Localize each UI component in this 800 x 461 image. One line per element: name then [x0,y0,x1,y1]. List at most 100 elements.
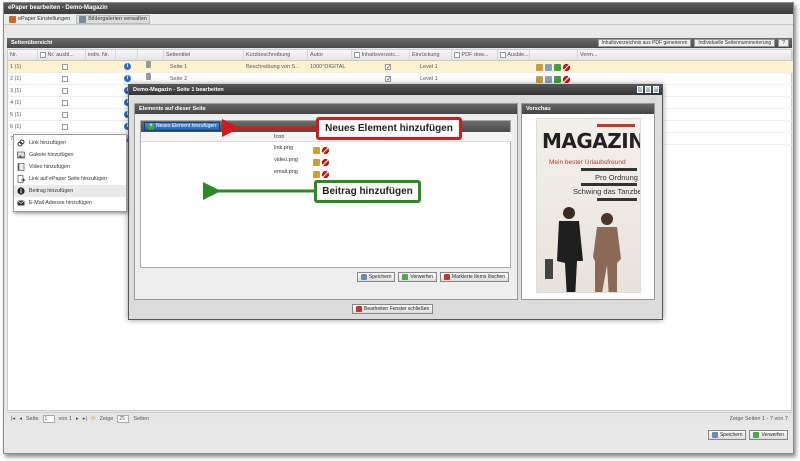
cell-hide-nr[interactable] [38,97,86,109]
cell-hide-nr[interactable] [38,61,86,73]
element-row[interactable]: link.png [141,142,512,154]
last-page-icon[interactable]: ▸| [83,416,87,422]
page-input[interactable]: 1 [42,414,55,423]
custom-numbering-button[interactable]: Individuelle Seitennummerierung [694,39,776,47]
checkbox[interactable] [454,51,460,58]
discard-button[interactable]: Verwerfen [749,430,788,440]
add-icon[interactable] [554,63,561,71]
delete-icon[interactable] [563,75,570,83]
menu-item-email[interactable]: E-Mail Adresse hinzufügen [14,197,126,209]
col-info [116,50,138,61]
cell-description[interactable]: Beschreibung von S... [244,61,308,73]
col-toc[interactable]: Inhaltsverzeic... [352,50,410,61]
cell-title[interactable]: Seite 1 [164,61,244,73]
add-icon[interactable] [554,75,561,83]
table-row[interactable]: 1 (1) i Seite 1 Beschreibung von S... 1000°D… [8,61,793,73]
col-hide[interactable]: Ausble... [498,50,530,61]
checkbox[interactable] [62,63,68,70]
save-button[interactable]: Speichern [707,430,747,440]
cell-info[interactable]: i [116,61,138,73]
delete-marked-button[interactable]: Markierte Items löschen [439,271,509,282]
discard-elements-button[interactable]: Verwerfen [398,271,437,282]
cell-hide-nr[interactable] [38,85,86,97]
menu-item-link[interactable]: Link hinzufügen [14,137,126,149]
tab-gallery[interactable]: Bildergalerien verwalten [76,14,150,24]
cell-nr: 2 (1) [10,76,22,82]
copy-icon[interactable] [545,75,552,83]
pager-summary: Zeige Seiten 1 - 7 von 7 [729,415,788,422]
discard-icon [402,273,409,280]
menu-item-gallery[interactable]: Galerie hinzufügen [14,149,126,161]
col-nr[interactable]: Nr. [8,50,38,61]
checkbox[interactable] [62,87,68,94]
maximize-icon[interactable]: □ [645,86,651,93]
col-indent[interactable]: Einrückung [410,50,452,61]
col-icon[interactable]: Icon [274,132,284,142]
cover-strip [581,183,637,186]
col-pdf-download[interactable]: PDF dow... [452,50,498,61]
folder-icon[interactable] [313,146,320,154]
generate-toc-button[interactable]: Inhaltsverzeichnis aus PDF generieren [597,39,692,47]
new-element-button[interactable]: + Neues Element hinzufügen [144,122,221,131]
info-icon[interactable]: i [124,63,131,71]
cell-indent[interactable]: Level 1 [410,61,452,73]
folder-icon[interactable] [313,170,320,178]
element-row[interactable]: email.png [141,166,512,178]
tab-epaper-settings[interactable]: ePaper Einstellungen [7,15,72,24]
checkbox[interactable] [354,51,360,58]
cell-hide-nr[interactable] [38,121,86,133]
help-icon[interactable]: ? [778,39,789,47]
checkbox[interactable] [62,75,68,82]
first-page-icon[interactable]: |◂ [11,416,15,422]
close-editor-button[interactable]: Bearbeiten Fenster schließen [352,304,434,314]
delete-icon[interactable] [322,158,329,166]
element-row[interactable]: video.png [141,154,512,166]
col-title[interactable]: Seitentitel [164,50,244,61]
save-elements-button[interactable]: Speichern [356,271,396,282]
checkbox[interactable] [40,51,46,58]
folder-icon[interactable] [536,63,543,71]
checkbox[interactable] [385,74,391,85]
prev-page-icon[interactable]: ◂ [19,416,22,422]
checkbox[interactable] [62,111,68,118]
col-link[interactable]: Verm... [578,50,793,61]
cell-toc[interactable] [352,61,410,73]
delete-icon[interactable] [322,170,329,178]
menu-item-page-link[interactable]: Link auf ePaper Seite hinzufügen [14,173,126,185]
checkbox[interactable] [385,62,391,73]
preview-title: Vorschau [522,104,654,114]
info-icon[interactable]: i [124,75,131,83]
menu-item-video[interactable]: Video hinzufügen [14,161,126,173]
menu-item-article[interactable]: Beitrag hinzufügen [14,185,126,197]
close-icon [356,306,362,312]
checkbox[interactable] [500,51,506,58]
col-hide-nr[interactable]: Nr. ausbl... [38,50,86,61]
col-label: PDF dow... [461,52,489,58]
main-actions: Speichern Verwerfen [7,430,792,444]
col-description[interactable]: Kurzbeschreibung [244,50,308,61]
col-label: Nr. ausbl... [47,52,74,58]
tab-label: Bildergalerien verwalten [88,16,147,22]
help-icon[interactable]: ? [637,86,643,93]
cell-hide-nr[interactable] [38,109,86,121]
cell-hide-nr[interactable] [38,73,86,85]
col-author[interactable]: Autor [308,50,352,61]
delete-icon[interactable] [322,146,329,154]
button-label: Speichern [368,273,392,280]
copy-icon[interactable] [545,63,552,71]
gallery-icon [17,151,25,159]
cover-strip [581,168,637,171]
close-icon[interactable]: × [653,86,659,93]
delete-icon[interactable] [563,63,570,71]
window-title: ePaper bearbeiten - Demo-Magazin [4,3,793,14]
cell-author[interactable]: 1000°DIGITAL [308,61,352,73]
checkbox[interactable] [62,123,68,130]
folder-icon[interactable] [313,158,320,166]
per-page-input[interactable]: 25 [117,414,130,423]
checkbox[interactable] [62,99,68,106]
col-indiv-nr[interactable]: indiv. Nr. [86,50,116,61]
folder-icon[interactable] [536,75,543,83]
page-type-icon [146,61,151,68]
next-page-icon[interactable]: ▸ [76,416,79,422]
refresh-icon[interactable]: ⟳ [91,416,96,422]
